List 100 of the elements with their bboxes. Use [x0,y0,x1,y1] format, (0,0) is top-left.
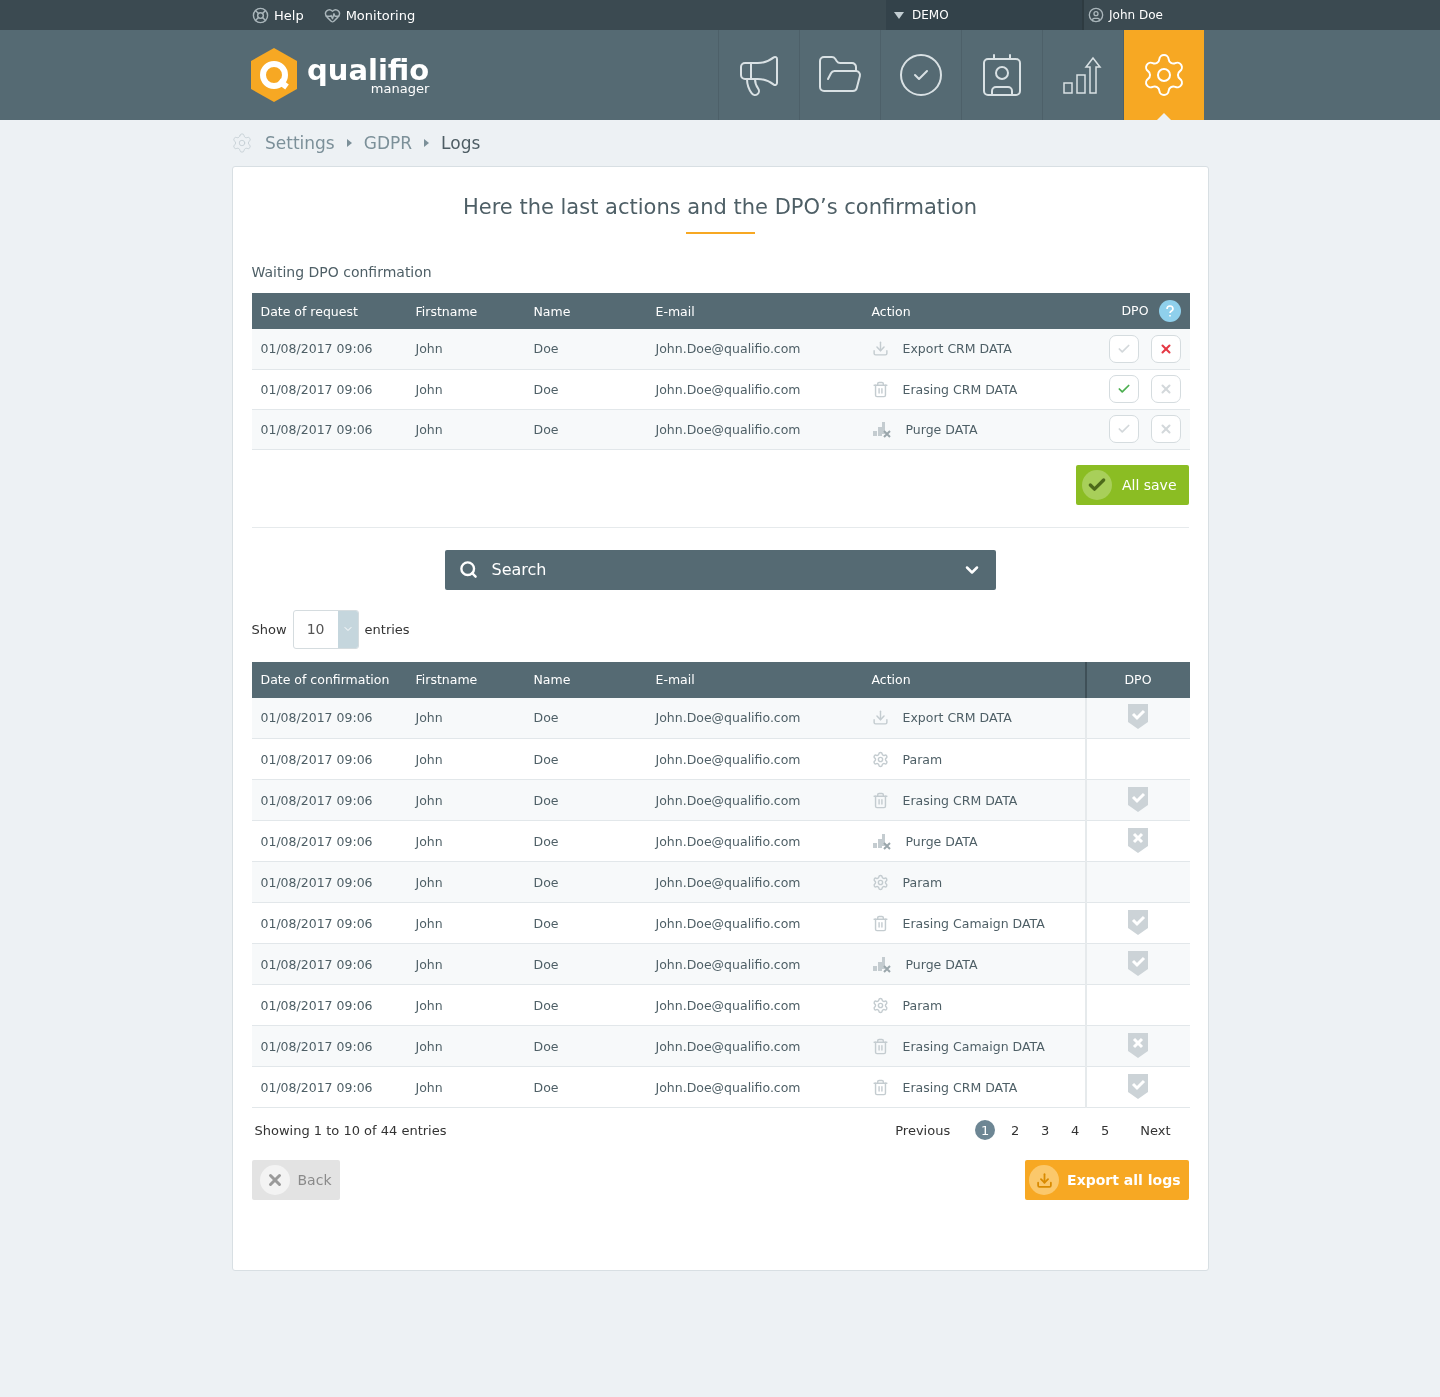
table-cell: 01/08/2017 09:06 [251,984,407,1026]
table-cell: 01/08/2017 09:06 [251,861,407,903]
table-cell: Doe [524,697,647,739]
chevron-icon [424,139,430,147]
help-icon[interactable] [1158,300,1181,322]
table-cell: 01/08/2017 09:06 [251,329,407,369]
trash-icon [871,1037,889,1055]
column-header: Firstname [406,661,525,698]
shield-check-icon [1126,1071,1150,1100]
shield-check-icon [1126,948,1150,977]
table-cell: John [406,1066,525,1108]
topbar-link[interactable]: Monitoring [323,0,416,30]
page-link[interactable]: 5 [1095,1120,1116,1140]
table-cell: Doe [524,820,647,862]
table-cell: Doe [524,329,647,369]
trash-icon [871,791,889,809]
user-icon [1088,7,1104,23]
table-cell: John [406,779,525,821]
action-label: Param [902,751,943,767]
action-label: Erasing Camaign DATA [902,915,1045,931]
table-cell: 01/08/2017 09:06 [251,1025,407,1067]
table-cell: Doe [524,779,647,821]
column-header: Name [524,293,647,329]
table-cell: 01/08/2017 09:06 [251,1066,407,1108]
column-header: Action [862,293,1063,329]
shield-check-icon [1126,702,1150,731]
action-label: Param [902,874,943,890]
logo-icon [249,47,299,103]
chevron-icon [346,139,352,147]
table-cell: John.Doe@qualifio.com [646,820,863,862]
trash-icon [871,380,889,398]
action-label: Erasing CRM DATA [902,1079,1018,1095]
page-title: Here the last actions and the DPO’s confirmation [461,195,979,219]
table-cell: John.Doe@qualifio.com [646,329,863,369]
trash-icon [871,1078,889,1096]
gear-icon [871,873,889,891]
purge-icon [871,420,892,438]
table-cell: 01/08/2017 09:06 [251,697,407,739]
action-label: Param [902,997,943,1013]
shield-x-icon [1126,1030,1150,1059]
table-cell: John.Doe@qualifio.com [646,1025,863,1067]
table-cell: John.Doe@qualifio.com [646,984,863,1026]
reject-button[interactable] [1150,334,1181,363]
lifebuoy-icon [252,6,269,24]
workspace-dropdown[interactable]: DEMO [886,0,1082,30]
action-label: Erasing Camaign DATA [902,1038,1045,1054]
search-icon [458,560,478,579]
page-link[interactable]: 3 [1035,1120,1056,1140]
page-link[interactable]: 4 [1065,1120,1086,1140]
table-cell: Doe [524,1066,647,1108]
trash-icon [871,914,889,932]
column-header: Date of confirmation [251,661,407,698]
approve-button[interactable] [1108,375,1139,403]
table-cell: John [406,902,525,944]
column-header: E-mail [646,293,863,329]
purge-icon [871,955,892,973]
table-cell: Doe [524,409,647,449]
shield-x-icon [1126,825,1150,854]
action-label: Erasing CRM DATA [902,792,1018,808]
table-cell: John [406,738,525,780]
page-link[interactable]: 1 [975,1120,996,1140]
table-cell: John [406,1025,525,1067]
table-cell: John.Doe@qualifio.com [646,861,863,903]
gear-icon [871,996,889,1014]
column-header: Date of request [251,293,407,329]
heart-pulse-icon [323,6,341,24]
column-header: Firstname [406,293,525,329]
shield-check-icon [1126,784,1150,813]
table-cell: John.Doe@qualifio.com [646,738,863,780]
table-cell: Doe [524,984,647,1026]
table-cell: John.Doe@qualifio.com [646,943,863,985]
breadcrumb-link[interactable]: Logs [441,133,481,153]
nav-tab[interactable] [1123,30,1204,120]
previous-link[interactable]: Previous [890,1120,956,1140]
table-cell: Doe [524,861,647,903]
table-cell: 01/08/2017 09:06 [251,820,407,862]
action-label: Purge DATA [905,956,978,972]
gear-icon [871,750,889,768]
page-link[interactable]: 2 [1005,1120,1026,1140]
table-cell: 01/08/2017 09:06 [251,369,407,409]
table-cell: 01/08/2017 09:06 [251,779,407,821]
topbar-link[interactable]: Help [252,0,304,30]
action-label: Purge DATA [905,421,978,437]
next-link[interactable]: Next [1135,1120,1176,1140]
show-label: Show [251,621,287,637]
table-cell: John.Doe@qualifio.com [646,779,863,821]
purge-icon [871,832,892,850]
caret-icon [894,11,904,19]
section-heading: Waiting DPO confirmation [251,264,433,280]
action-label: Export CRM DATA [902,341,1012,357]
download-icon [871,709,889,727]
column-header: Name [524,661,647,698]
table-cell: John.Doe@qualifio.com [646,409,863,449]
column-header: E-mail [646,661,863,698]
search-panel-toggle[interactable]: Search [444,549,996,590]
table-cell: John [406,329,525,369]
table-cell: 01/08/2017 09:06 [251,902,407,944]
table-cell: John [406,369,525,409]
entries-select[interactable]: 10 [292,609,359,649]
table-cell: John [406,697,525,739]
